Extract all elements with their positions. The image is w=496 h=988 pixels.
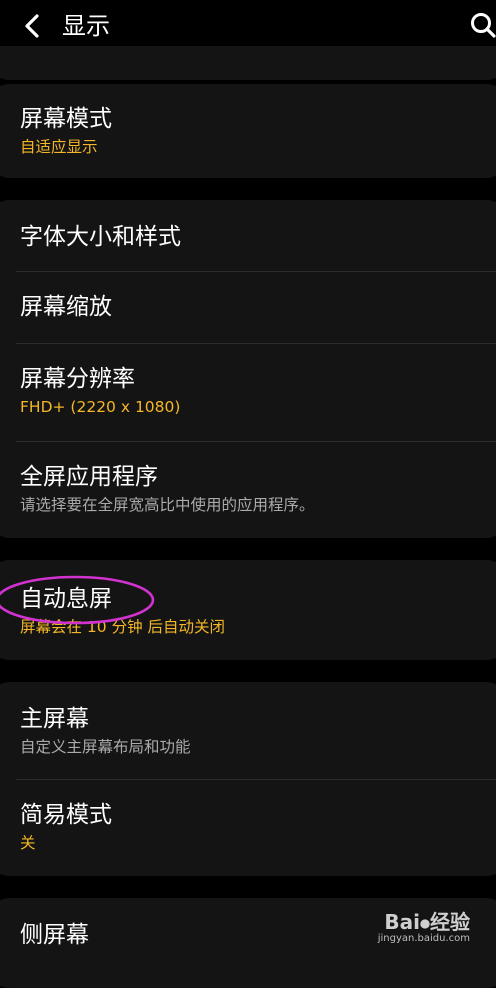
watermark-url: jingyan.baidu.com <box>377 933 470 944</box>
setting-screen-zoom[interactable]: 屏幕缩放 <box>0 272 496 344</box>
search-button[interactable] <box>464 8 496 42</box>
setting-value: 关 <box>20 834 36 852</box>
setting-title: 全屏应用程序 <box>20 464 158 490</box>
setting-font-size-style[interactable]: 字体大小和样式 <box>0 200 496 272</box>
settings-card-screen-timeout: 自动息屏 屏幕会在 10 分钟 后自动关闭 <box>0 560 496 660</box>
setting-home-screen[interactable]: 主屏幕 自定义主屏幕布局和功能 <box>0 682 496 780</box>
settings-card-top-edge <box>0 46 496 80</box>
setting-value: 自适应显示 <box>20 138 98 156</box>
setting-fullscreen-apps[interactable]: 全屏应用程序 请选择要在全屏宽高比中使用的应用程序。 <box>0 442 496 538</box>
setting-title: 字体大小和样式 <box>20 224 181 250</box>
setting-title: 屏幕分辨率 <box>20 366 135 392</box>
setting-title: 屏幕模式 <box>20 106 112 132</box>
setting-description: 自定义主屏幕布局和功能 <box>20 738 191 756</box>
setting-easy-mode[interactable]: 简易模式 关 <box>0 780 496 876</box>
back-button[interactable] <box>18 10 46 42</box>
page-title: 显示 <box>62 12 110 40</box>
setting-title: 主屏幕 <box>20 706 89 732</box>
setting-value: FHD+ (2220 x 1080) <box>20 398 181 416</box>
search-icon <box>471 13 496 38</box>
setting-screen-resolution[interactable]: 屏幕分辨率 FHD+ (2220 x 1080) <box>0 344 496 442</box>
settings-card-home-screen: 主屏幕 自定义主屏幕布局和功能 简易模式 关 <box>0 682 496 876</box>
app-bar: 显示 <box>0 0 496 52</box>
setting-title: 自动息屏 <box>20 586 112 612</box>
setting-screen-mode[interactable]: 屏幕模式 自适应显示 <box>0 84 496 178</box>
settings-card-screen-mode: 屏幕模式 自适应显示 <box>0 84 496 178</box>
setting-description: 请选择要在全屏宽高比中使用的应用程序。 <box>20 496 315 514</box>
setting-title: 屏幕缩放 <box>20 294 112 320</box>
watermark-brand: Bai⦁经验 <box>384 910 470 934</box>
chevron-left-icon <box>25 14 39 38</box>
setting-title: 简易模式 <box>20 802 112 828</box>
setting-value: 屏幕会在 10 分钟 后自动关闭 <box>20 618 226 636</box>
baidu-jingyan-watermark: Bai⦁经验 jingyan.baidu.com <box>378 911 470 945</box>
settings-card-display-options: 字体大小和样式 屏幕缩放 屏幕分辨率 FHD+ (2220 x 1080) 全屏… <box>0 200 496 538</box>
setting-screen-timeout[interactable]: 自动息屏 屏幕会在 10 分钟 后自动关闭 <box>0 560 496 660</box>
